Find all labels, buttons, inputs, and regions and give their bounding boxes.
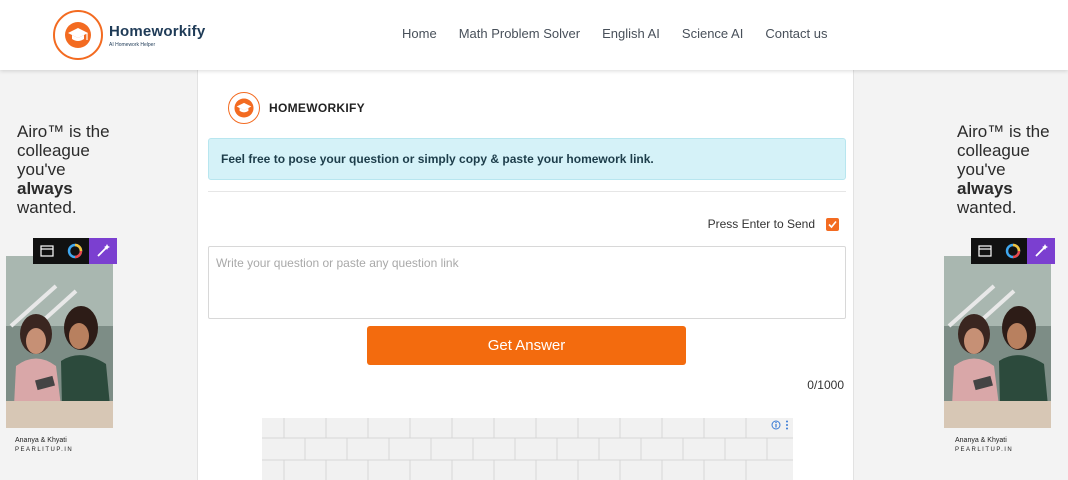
info-message: Feel free to pose your question or simpl… [208, 138, 846, 180]
nav-english-ai[interactable]: English AI [602, 26, 660, 41]
ad-choices[interactable] [771, 420, 789, 430]
magic-wand-icon[interactable] [89, 238, 117, 264]
ad-line: colleague [957, 141, 1030, 160]
color-ring-icon[interactable] [999, 238, 1027, 264]
get-answer-button[interactable]: Get Answer [367, 326, 686, 365]
nav-contact-us[interactable]: Contact us [765, 26, 827, 41]
ad-line: Airo™ is the [17, 122, 110, 141]
left-side-ad[interactable]: Airo™ is the colleague you've always wan… [3, 70, 117, 480]
logo-title: Homeworkify [109, 22, 206, 40]
enter-to-send-checkbox[interactable] [826, 217, 839, 231]
ad-line-bold: always [17, 179, 73, 198]
nav-math-problem-solver[interactable]: Math Problem Solver [459, 26, 580, 41]
ad-headline: Airo™ is the colleague you've always wan… [957, 122, 1050, 217]
ad-line: you've [17, 160, 66, 179]
check-icon [828, 220, 837, 228]
window-icon[interactable] [971, 238, 999, 264]
ad-photo [944, 256, 1051, 428]
color-ring-icon[interactable] [61, 238, 89, 264]
ad-headline: Airo™ is the colleague you've always wan… [17, 122, 110, 217]
ad-brand: PEARLITUP.IN [15, 447, 74, 453]
magic-wand-icon[interactable] [1027, 238, 1055, 264]
ad-line: wanted. [17, 198, 77, 217]
divider [208, 191, 846, 192]
brick-pattern [262, 418, 793, 480]
ad-line-bold: always [957, 179, 1013, 198]
ad-line: colleague [17, 141, 90, 160]
main-panel: HOMEWORKIFY Feel free to pose your quest… [197, 70, 854, 480]
inner-ad-banner[interactable] [262, 418, 793, 480]
graduation-cap-icon [53, 10, 103, 60]
nav-science-ai[interactable]: Science AI [682, 26, 743, 41]
info-icon[interactable] [771, 420, 781, 430]
ad-line: wanted. [957, 198, 1017, 217]
enter-to-send-row: Press Enter to Send [708, 217, 839, 231]
main-nav: Home Math Problem Solver English AI Scie… [402, 26, 828, 41]
brand-name: HOMEWORKIFY [269, 101, 365, 115]
ad-line: Airo™ is the [957, 122, 1050, 141]
ad-caption: Ananya & Khyati [955, 437, 1007, 444]
nav-home[interactable]: Home [402, 26, 437, 41]
logo-subtitle: AI Homework Helper [109, 41, 156, 48]
ad-brand: PEARLITUP.IN [955, 447, 1014, 453]
more-vertical-icon[interactable] [785, 420, 789, 430]
question-input[interactable] [208, 246, 846, 319]
site-logo[interactable]: Homeworkify AI Homework Helper [53, 10, 205, 60]
enter-to-send-label: Press Enter to Send [707, 217, 815, 231]
ad-line: you've [957, 160, 1006, 179]
ad-toolbar [971, 238, 1055, 264]
ad-toolbar [33, 238, 117, 264]
site-header: Homeworkify AI Homework Helper Home Math… [0, 0, 1068, 70]
ad-caption: Ananya & Khyati [15, 437, 67, 444]
brand-row: HOMEWORKIFY [228, 92, 365, 124]
right-side-ad[interactable]: Airo™ is the colleague you've always wan… [943, 70, 1055, 480]
ad-photo [6, 256, 113, 428]
graduation-cap-icon [228, 92, 260, 124]
character-counter: 0/1000 [807, 378, 844, 392]
window-icon[interactable] [33, 238, 61, 264]
